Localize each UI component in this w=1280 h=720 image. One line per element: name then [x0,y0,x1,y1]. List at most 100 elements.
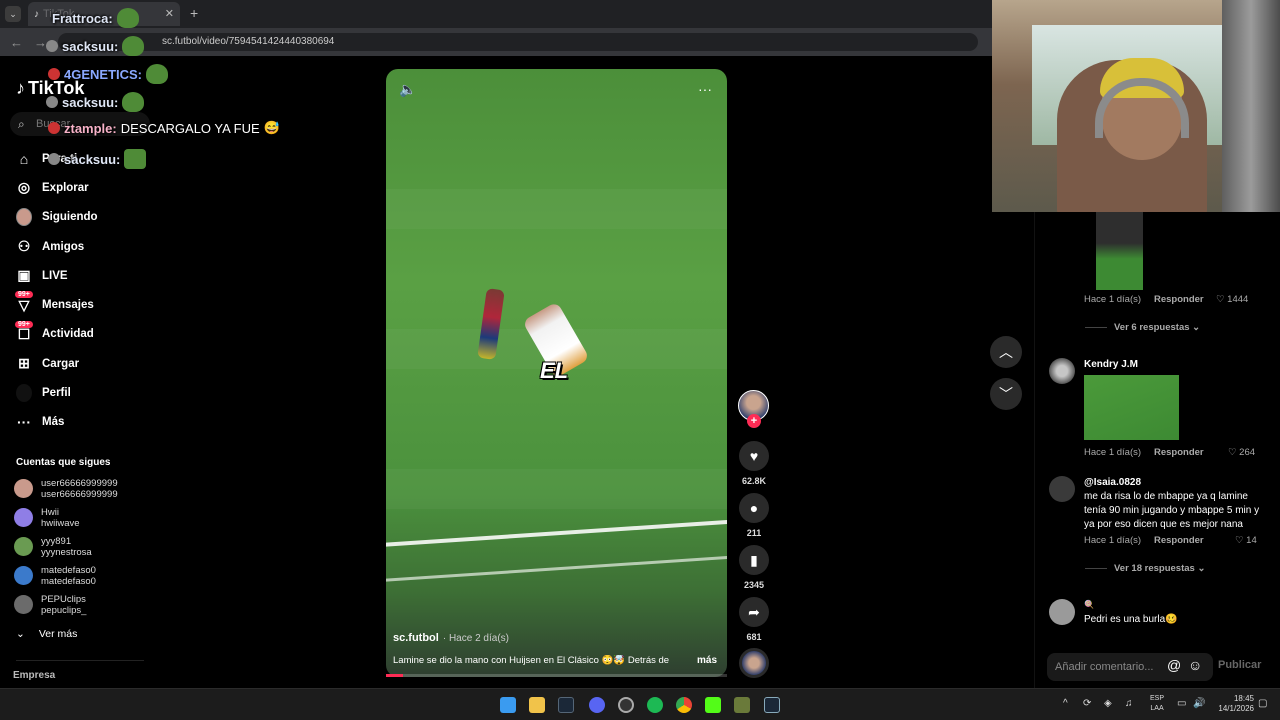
discord-icon[interactable] [589,697,605,713]
mention-icon[interactable]: @ [1167,657,1181,673]
chat-message: sacksuu: [46,92,145,112]
tray-microphone-icon[interactable]: ♫ [1125,698,1133,709]
view-replies-button[interactable]: Ver 6 respuestas ⌄ [1085,322,1200,333]
following-item[interactable]: yyy891 yyynestrosa [14,532,160,561]
following-handle: hwiiwave [41,517,80,529]
comment-like-button[interactable]: ♡ 1444 [1216,294,1248,305]
tiktok-note-icon: ♪ [16,78,25,98]
following-list: user66666999999 user66666999999 Hwii hwiiw… [14,474,160,619]
chat-user: Frattroca: [52,10,113,26]
tab-close-icon[interactable]: ✕ [165,7,174,20]
avatar[interactable] [1049,476,1075,502]
following-handle: pepuclips_ [41,604,87,616]
follow-plus-icon[interactable]: + [747,414,761,428]
comment-image[interactable] [1096,212,1143,290]
comment-author[interactable]: @Isaia.0828 [1084,477,1141,488]
heart-outline-icon: ♡ [1228,447,1237,458]
sidebar-item-siguiendo[interactable]: Siguiendo [0,203,160,232]
comment-image[interactable] [1084,375,1179,440]
video-progress-bar[interactable] [386,674,727,677]
next-video-button[interactable]: ﹀ [990,378,1022,410]
save-button[interactable]: ▮ [739,545,769,575]
more-options-icon[interactable]: ··· [698,81,712,97]
language-indicator[interactable]: ESP LAA [1150,694,1164,714]
share-button[interactable]: ➦ [739,597,769,627]
comment-like-button[interactable]: ♡ 264 [1228,447,1255,458]
system-clock[interactable]: 18:45 14/1/2026 [1212,694,1254,714]
comment-like-button[interactable]: ♡ 14 [1235,535,1257,546]
previous-video-button[interactable]: ︿ [990,336,1022,368]
tray-shield-icon[interactable]: ◈ [1104,698,1112,709]
share-arrow-icon: ➦ [748,603,760,620]
tab-list-button[interactable]: ⌄ [5,6,21,22]
see-more-button[interactable]: ⌄ Ver más [16,628,77,640]
sidebar-item-mas[interactable]: ··· Más [0,408,160,437]
comment-button[interactable]: ● [739,493,769,523]
sound-disc-icon[interactable] [739,648,769,678]
back-arrow-icon[interactable]: ← [10,35,24,50]
following-name: Hwii [41,506,59,518]
following-item[interactable]: Hwii hwiiwave [14,503,160,532]
new-tab-button[interactable]: + [190,5,198,21]
reply-button[interactable]: Responder [1154,447,1204,458]
spotify-icon[interactable] [647,697,663,713]
badge-icon [46,96,58,108]
comment-time: Hace 1 día(s) [1084,294,1142,305]
save-count: 2345 [743,580,765,590]
kick-icon[interactable] [705,697,721,713]
steam-icon[interactable] [764,697,780,713]
avatar[interactable] [1049,358,1075,384]
obs-icon[interactable] [618,697,634,713]
following-item[interactable]: PEPUclips pepuclips_ [14,590,160,619]
network-icon[interactable]: ▭ [1177,698,1186,709]
game-icon[interactable] [734,697,750,713]
url-field[interactable]: sc.futbol/video/7594541424440380694 [58,33,978,51]
frog-emote-icon [146,64,169,84]
sidebar-item-label: Perfil [42,387,71,400]
sidebar-item-amigos[interactable]: ⚇ Amigos [0,232,160,261]
volume-icon[interactable]: 🔈 [399,81,416,98]
comment-like-count: 1444 [1227,294,1249,305]
sidebar-item-cargar[interactable]: ⊞ Cargar [0,349,160,378]
upload-icon: ⊞ [18,355,30,372]
reply-button[interactable]: Responder [1154,294,1204,305]
windows-start-icon[interactable] [500,697,516,713]
lang-line2: LAA [1150,705,1164,712]
tray-app-icon[interactable]: ⟳ [1083,698,1091,709]
tray-chevron-up-icon[interactable]: ^ [1063,698,1068,709]
notifications-icon[interactable]: ▢ [1258,698,1267,709]
following-item[interactable]: user66666999999 user66666999999 [14,474,160,503]
address-bar-row: ← → sc.futbol/video/7594541424440380694 [0,28,992,56]
emoji-icon[interactable]: ☺ [1188,657,1202,673]
company-link[interactable]: Empresa [13,670,55,681]
chevron-down-icon: ⌄ [1192,322,1201,333]
video-author-row: sc.futbol · Hace 2 día(s) [393,632,509,644]
chrome-icon[interactable] [676,697,692,713]
frog-emote-icon [124,149,147,169]
view-replies-label: Ver 6 respuestas [1114,322,1190,333]
sidebar-item-label: Explorar [42,181,89,194]
volume-tray-icon[interactable]: 🔊 [1193,698,1205,709]
like-count: 62.8K [741,476,767,486]
steam-icon[interactable] [558,697,574,713]
following-item[interactable]: matedefaso0 matedefaso0 [14,561,160,590]
sidebar-item-perfil[interactable]: Perfil [0,378,160,407]
comment-author[interactable]: 🍭 [1084,600,1094,609]
sidebar-item-live[interactable]: ▣ LIVE [0,261,160,290]
reply-button[interactable]: Responder [1154,535,1204,546]
avatar[interactable] [1049,599,1075,625]
pitch-line [386,518,727,548]
comment-like-count: 264 [1239,447,1256,458]
publish-button[interactable]: Publicar [1218,659,1261,671]
notification-badge: 99+ [15,291,33,299]
sidebar-item-actividad[interactable]: ☐ 99+ Actividad [0,320,160,349]
file-explorer-icon[interactable] [529,697,545,713]
like-button[interactable]: ♥ [739,441,769,471]
comment-author[interactable]: Kendry J.M [1084,359,1138,370]
view-replies-button[interactable]: Ver 18 respuestas ⌄ [1085,563,1205,574]
video-author[interactable]: sc.futbol [393,632,439,644]
sidebar-item-explorar[interactable]: ◎ Explorar [0,173,160,202]
sidebar-item-mensajes[interactable]: ▽ 99+ Mensajes [0,290,160,319]
description-more-button[interactable]: más [697,655,717,666]
sidebar-item-label: Amigos [42,240,85,253]
